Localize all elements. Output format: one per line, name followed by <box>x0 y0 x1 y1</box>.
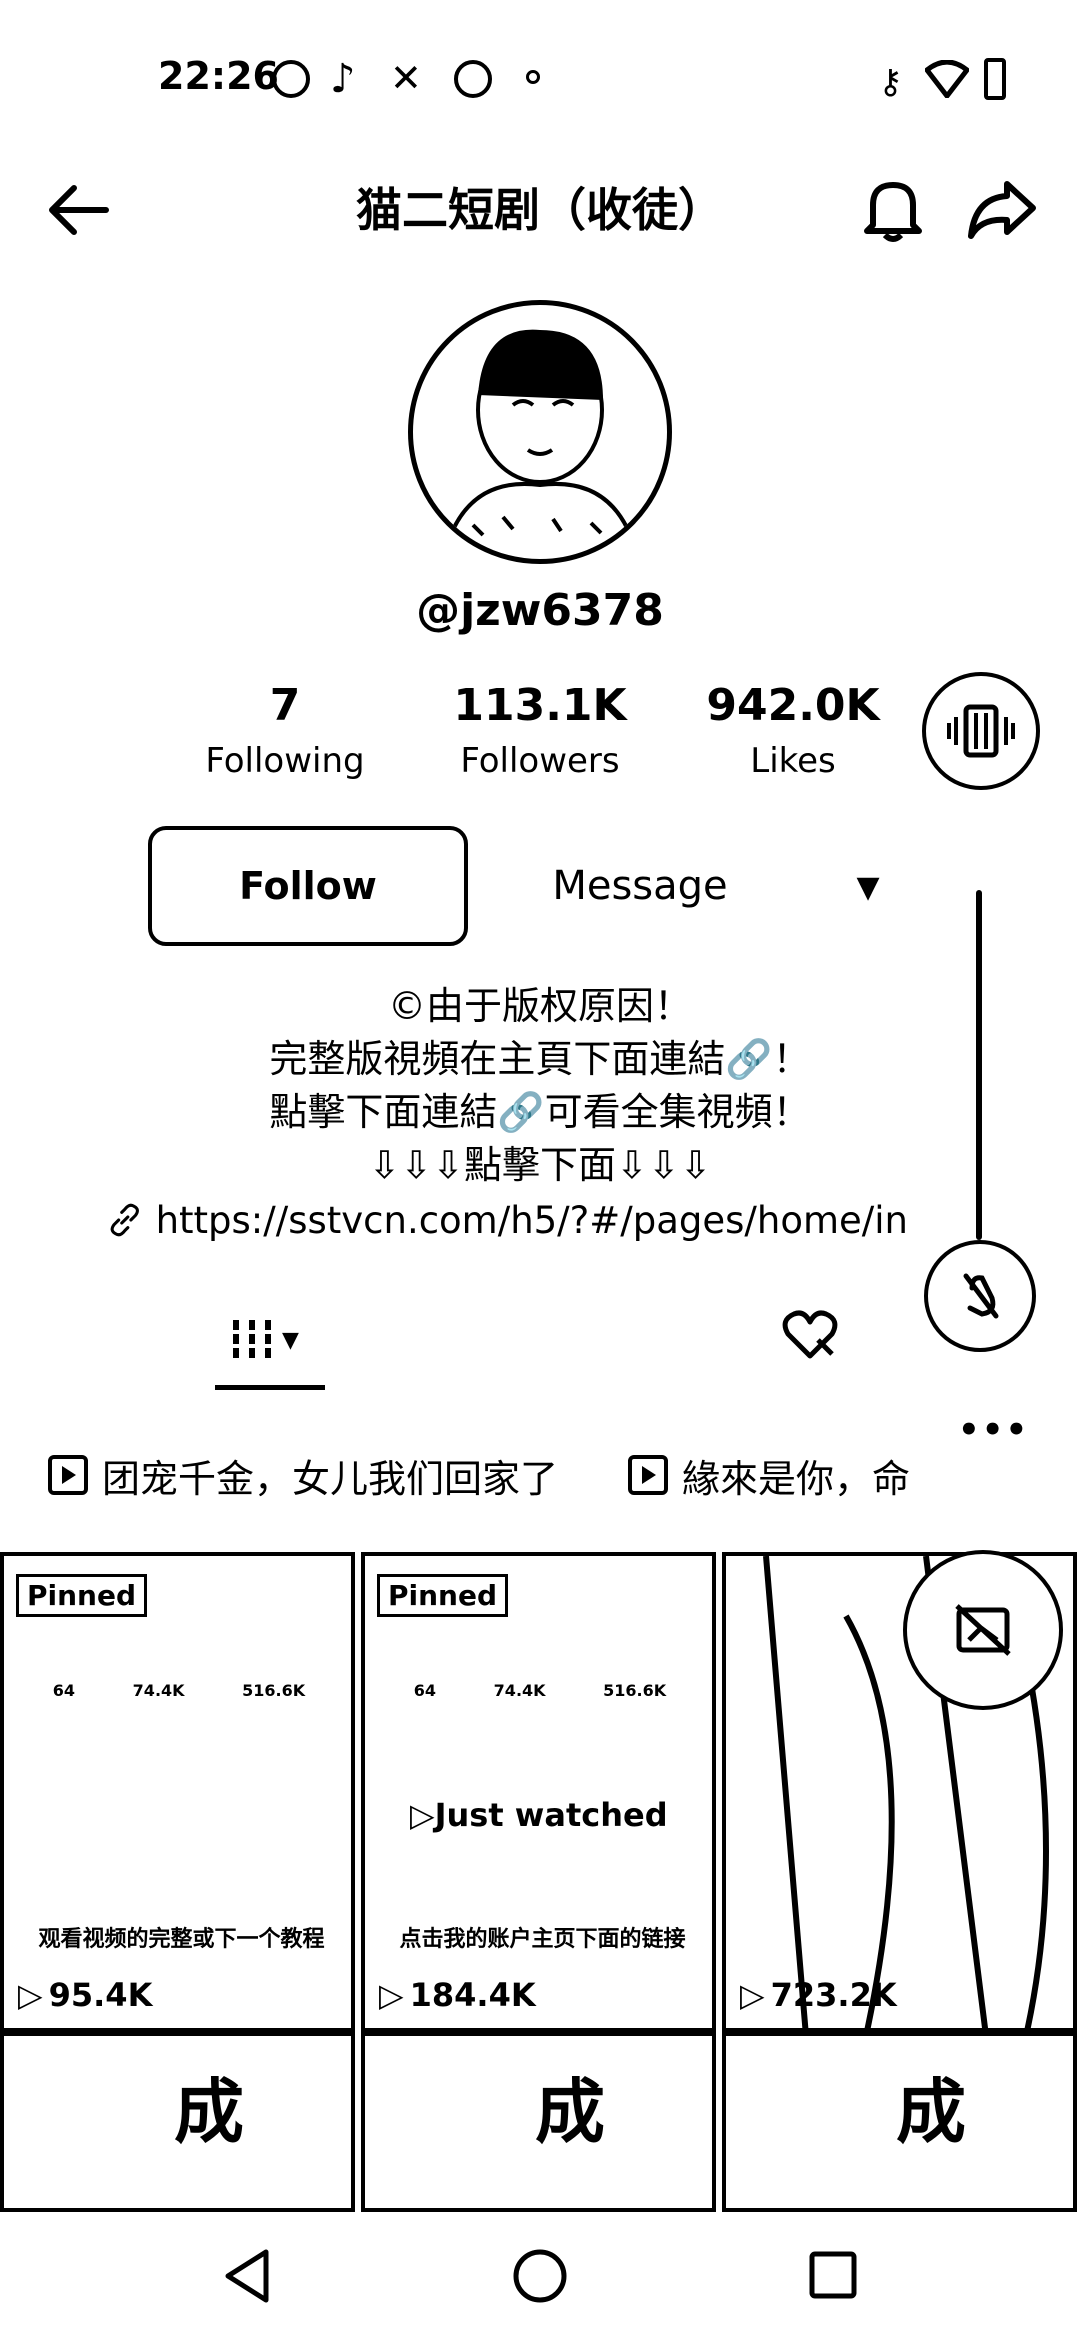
bell-icon <box>864 182 922 242</box>
play-icon: ▷ <box>18 1976 43 2014</box>
nav-recents-icon[interactable] <box>808 2250 858 2300</box>
playlist-icon <box>628 1455 668 1495</box>
play-icon: ▷ <box>410 1796 435 1834</box>
video-thumbnail[interactable]: 成 <box>722 2032 1077 2212</box>
hide-floating-button[interactable] <box>903 1550 1063 1710</box>
thumbnail-caption: 观看视频的完整或下一个教程 <box>38 1927 325 1952</box>
nav-home-icon[interactable] <box>512 2248 568 2304</box>
tab-videos[interactable]: ▼ <box>230 1310 330 1370</box>
status-bar: 22:26 ♪ ✕ ⚷ <box>0 0 1080 150</box>
more-options-dropdown[interactable]: ▼ <box>848 870 888 910</box>
film-strip-icon <box>947 704 1015 758</box>
view-count-text: 723.2K <box>770 1976 897 2014</box>
bio-line: ⇩⇩⇩點擊下面⇩⇩⇩ <box>368 1143 712 1187</box>
nav-back-icon[interactable] <box>222 2248 272 2304</box>
back-button[interactable] <box>38 170 118 250</box>
playlist-name: 緣來是你，命 <box>682 1456 911 1501</box>
pinned-badge: Pinned <box>377 1574 509 1617</box>
mini-stat: 64 <box>413 1681 437 1700</box>
wifi-icon <box>925 60 969 98</box>
thumbnail-text: 成 <box>174 2071 244 2153</box>
follow-button[interactable]: Follow <box>148 826 468 946</box>
picture-off-icon <box>955 1604 1011 1656</box>
video-thumbnail[interactable]: Pinned 64 74.4K 516.6K ▷Just watched 点击我… <box>361 1552 716 2032</box>
floating-shortcut-button[interactable] <box>922 672 1040 790</box>
swipe-off-icon <box>963 1273 999 1319</box>
message-button[interactable]: Message <box>505 826 775 946</box>
back-arrow-icon <box>49 185 109 235</box>
avatar-portrait-icon <box>441 329 640 559</box>
system-nav-bar <box>0 2210 1080 2340</box>
stat-value: 7 <box>269 680 301 731</box>
username: @jzw6378 <box>416 585 664 636</box>
tab-liked[interactable] <box>782 1310 842 1370</box>
share-arrow-icon <box>968 181 1036 239</box>
bio: ©由于版权原因！ 完整版視頻在主頁下面連結🔗！ 點擊下面連結🔗可看全集視頻！ ⇩… <box>140 980 940 1192</box>
thumbnail-caption: 点击我的账户主页下面的链接 <box>399 1927 686 1952</box>
github-icon <box>272 60 310 98</box>
threads-icon <box>454 60 492 98</box>
play-icon: ▷ <box>379 1976 404 2014</box>
stat-label: Likes <box>750 741 836 781</box>
tiktok-icon: ♪ <box>330 56 356 102</box>
mini-stat: 516.6K <box>242 1681 306 1700</box>
stat-following[interactable]: 7 Following <box>170 680 400 781</box>
mini-stats: 64 74.4K 516.6K <box>24 1681 334 1700</box>
play-icon: ▷ <box>740 1976 765 2014</box>
mini-stat: 74.4K <box>493 1681 546 1700</box>
playlist-chip[interactable]: 团宠千金，女儿我们回家了 <box>48 1445 608 1505</box>
stat-label: Followers <box>460 741 620 781</box>
pinned-badge: Pinned <box>16 1574 148 1617</box>
page-title: 猫二短剧（收徒） <box>356 183 724 237</box>
floating-close-button[interactable] <box>924 1240 1036 1352</box>
thumbnail-text: 成 <box>535 2071 605 2153</box>
view-count-text: 95.4K <box>48 1976 153 2014</box>
bio-line: ©由于版权原因！ <box>387 984 692 1028</box>
video-thumbnail[interactable]: 成 <box>0 2032 355 2212</box>
video-thumbnail[interactable]: Pinned 64 74.4K 516.6K 观看视频的完整或下一个教程 ▷ 9… <box>0 1552 355 2032</box>
just-watched-label: ▷Just watched <box>410 1796 668 1834</box>
view-count-text: 184.4K <box>409 1976 536 2014</box>
mini-stat: 516.6K <box>603 1681 667 1700</box>
view-count: ▷ 184.4K <box>379 1976 536 2014</box>
stat-value: 942.0K <box>706 680 880 731</box>
key-icon: ⚷ <box>878 62 903 102</box>
stat-value: 113.1K <box>453 680 627 731</box>
playlist-chip[interactable]: 緣來是你，命 <box>628 1445 928 1505</box>
bio-link[interactable]: https://sstvcn.com/h5/?#/pages/home/in <box>108 1198 908 1242</box>
mini-stat: 64 <box>52 1681 76 1700</box>
mini-stats: 64 74.4K 516.6K <box>385 1681 695 1700</box>
capcut-icon: ✕ <box>390 56 422 100</box>
status-time: 22:26 <box>158 54 279 98</box>
bio-link-text: https://sstvcn.com/h5/?#/pages/home/in <box>155 1198 908 1242</box>
video-thumbnail[interactable]: 成 <box>361 2032 716 2212</box>
bio-line: 點擊下面連結🔗可看全集視頻！ <box>269 1090 811 1134</box>
dot-icon <box>526 70 540 84</box>
scroll-handle[interactable] <box>976 890 982 1240</box>
stat-likes: 942.0K Likes <box>678 680 908 781</box>
stat-followers[interactable]: 113.1K Followers <box>425 680 655 781</box>
heart-hidden-icon <box>782 1310 838 1359</box>
playlist-icon <box>48 1455 88 1495</box>
thumbnail-text: 成 <box>896 2071 966 2153</box>
mini-stat: 74.4K <box>132 1681 185 1700</box>
view-count: ▷ 95.4K <box>18 1976 152 2014</box>
more-dots-icon[interactable]: ••• <box>958 1410 1029 1450</box>
share-button[interactable] <box>962 170 1042 250</box>
notification-button[interactable] <box>853 170 933 250</box>
grid-icon <box>233 1320 271 1360</box>
playlist-name: 团宠千金，女儿我们回家了 <box>102 1456 559 1501</box>
just-watched-text: Just watched <box>434 1796 668 1834</box>
active-tab-indicator <box>215 1385 325 1390</box>
link-icon <box>110 1203 139 1237</box>
bio-line: 完整版視頻在主頁下面連結🔗！ <box>269 1037 811 1081</box>
view-count: ▷ 723.2K <box>740 1976 897 2014</box>
battery-icon <box>984 58 1006 100</box>
avatar[interactable] <box>408 300 672 564</box>
stat-label: Following <box>205 741 365 781</box>
chevron-down-icon: ▼ <box>282 1327 299 1353</box>
